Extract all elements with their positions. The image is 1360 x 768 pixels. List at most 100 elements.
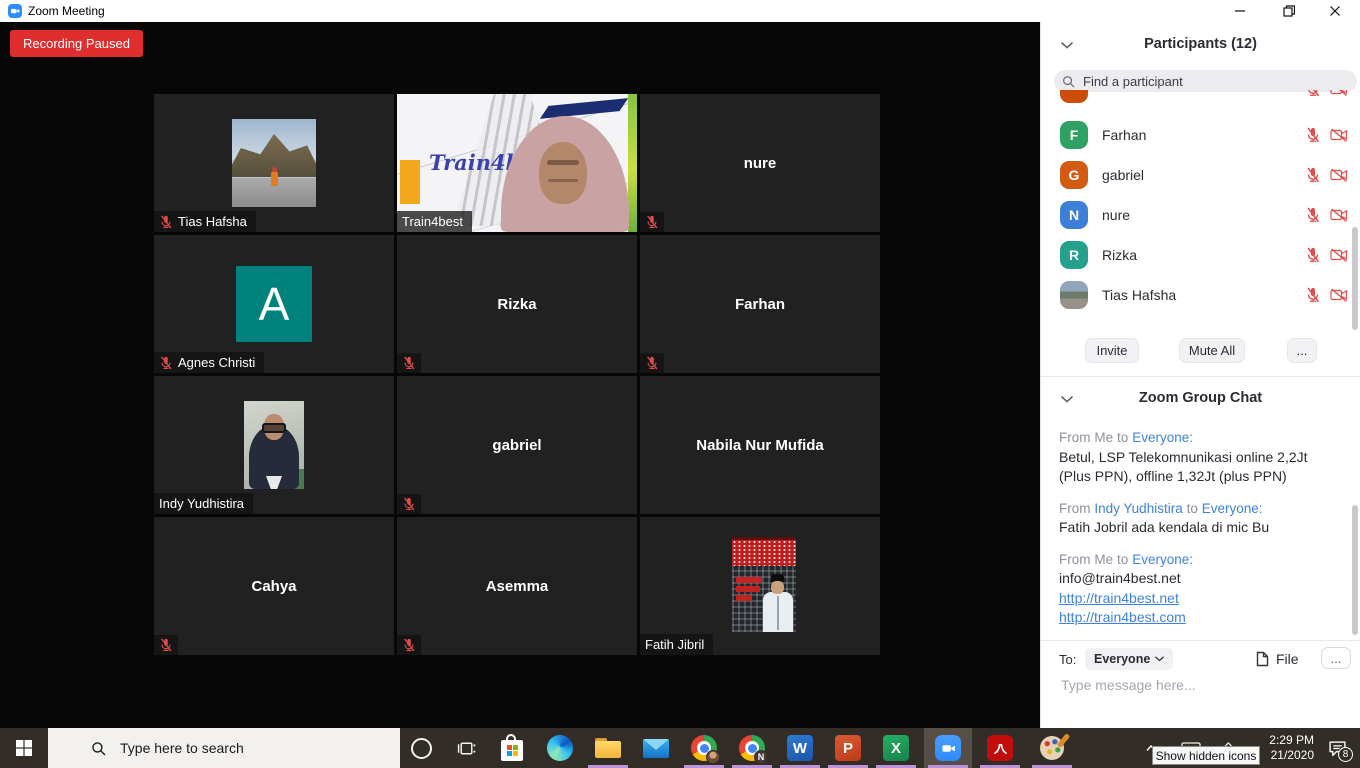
muted-mic-icon (1305, 167, 1321, 183)
tile-name-center: nure (640, 94, 880, 232)
acrobat-icon (987, 735, 1013, 761)
chrome-profile-badge (706, 750, 720, 764)
participant-row-tias-hafsha[interactable]: Tias Hafsha (1060, 275, 1348, 315)
fatih-avatar-photo (732, 537, 796, 632)
participant-row-gabriel[interactable]: G gabriel (1060, 155, 1348, 195)
chat-file-button[interactable]: File (1255, 648, 1299, 670)
paint-icon (1040, 736, 1064, 760)
window-title: Zoom Meeting (28, 0, 105, 22)
taskbar-mail[interactable] (632, 728, 680, 768)
taskbar-file-explorer[interactable] (584, 728, 632, 768)
chat-log: From Me to Everyone: Betul, LSP Telekomn… (1059, 428, 1344, 640)
participant-name: gabriel (1102, 167, 1305, 183)
start-button[interactable] (0, 728, 48, 768)
action-center-button[interactable]: 8 (1316, 728, 1358, 768)
participant-row-farhan[interactable]: F Farhan (1060, 115, 1348, 155)
muted-mic-icon (1305, 90, 1321, 97)
chat-message-input[interactable] (1059, 676, 1344, 694)
video-tile-nabila-nur-mufida[interactable]: Nabila Nur Mufida (640, 376, 880, 514)
taskbar-chrome-profile1[interactable] (680, 728, 728, 768)
video-off-icon (1330, 128, 1348, 142)
taskbar-search-input[interactable] (118, 739, 372, 757)
participant-row-rizka[interactable]: R Rizka (1060, 235, 1348, 275)
clock-date: 21/2020 (1271, 748, 1314, 763)
tile-name-text: Tias Hafsha (178, 214, 247, 229)
invite-button[interactable]: Invite (1085, 338, 1139, 363)
tile-name-label: Train4best (397, 211, 472, 232)
video-tile-cahya[interactable]: Cahya (154, 517, 394, 655)
taskbar-powerpoint[interactable]: P (824, 728, 872, 768)
muted-mic-icon (1305, 127, 1321, 143)
chat-message-text: Fatih Jobril ada kendala di mic Bu (1059, 518, 1344, 538)
side-panel: Participants (12) F Farhan G gabriel (1040, 22, 1360, 728)
chat-link[interactable]: http://train4best.net (1059, 589, 1344, 609)
taskbar-search[interactable] (48, 728, 400, 768)
participant-row-partial[interactable] (1060, 90, 1348, 109)
video-off-icon (1330, 90, 1348, 96)
video-tile-tias-hafsha[interactable]: Tias Hafsha (154, 94, 394, 232)
tile-name-label: Fatih Jibril (640, 634, 713, 655)
video-tile-agnes-christi[interactable]: A Agnes Christi (154, 235, 394, 373)
mute-all-button[interactable]: Mute All (1179, 338, 1245, 363)
participants-header: Participants (12) (1041, 36, 1360, 52)
video-tile-nure[interactable]: nure (640, 94, 880, 232)
taskbar-store[interactable] (488, 728, 536, 768)
muted-mic-icon (159, 356, 173, 370)
participants-more-button[interactable]: ... (1287, 338, 1317, 363)
taskbar-paint[interactable] (1028, 728, 1076, 768)
taskbar-edge[interactable] (536, 728, 584, 768)
video-tile-farhan[interactable]: Farhan (640, 235, 880, 373)
muted-mic-chip (397, 494, 421, 514)
chat-message-meta: From Me to Everyone: (1059, 550, 1344, 570)
taskbar-excel[interactable]: X (872, 728, 920, 768)
chat-link[interactable]: http://train4best.com (1059, 608, 1344, 628)
tile-name-center: Nabila Nur Mufida (640, 376, 880, 514)
muted-mic-icon (402, 638, 416, 652)
indy-avatar-photo (244, 401, 304, 489)
participant-search-input[interactable] (1081, 73, 1349, 90)
video-tile-fatih-jibril[interactable]: Fatih Jibril (640, 517, 880, 655)
cortana-button[interactable] (400, 728, 442, 768)
video-tile-train4best[interactable]: Train4best Train4best (397, 94, 637, 232)
video-tile-rizka[interactable]: Rizka (397, 235, 637, 373)
edge-icon (547, 735, 573, 761)
chrome-profile-badge: N (754, 750, 768, 764)
file-explorer-icon (595, 738, 621, 758)
muted-mic-chip (397, 353, 421, 373)
recording-paused-badge: Recording Paused (10, 30, 143, 57)
chat-recipient-dropdown[interactable]: Everyone (1085, 648, 1173, 670)
chevron-down-icon (1155, 656, 1164, 662)
video-tile-asemma[interactable]: Asemma (397, 517, 637, 655)
search-icon (91, 741, 106, 756)
muted-mic-icon (159, 638, 173, 652)
word-icon: W (787, 735, 813, 761)
chat-more-button[interactable]: ... (1321, 647, 1351, 669)
minimize-button[interactable] (1221, 0, 1259, 22)
participant-name: Tias Hafsha (1102, 287, 1305, 303)
participant-list: F Farhan G gabriel N nure R Rizk (1041, 90, 1360, 319)
chat-scrollbar[interactable] (1352, 505, 1358, 635)
participant-row-nure[interactable]: N nure (1060, 195, 1348, 235)
chat-message-meta: From Me to Everyone: (1059, 428, 1344, 448)
tile-name-center: Asemma (397, 517, 637, 655)
tile-name-text: Train4best (402, 214, 463, 229)
video-area: Recording Paused Tias Hafsha Train4best … (0, 22, 1040, 728)
video-tile-indy-yudhistira[interactable]: Indy Yudhistira (154, 376, 394, 514)
participant-search[interactable] (1054, 70, 1357, 92)
chat-input-area[interactable] (1059, 676, 1340, 700)
participants-scrollbar[interactable] (1352, 227, 1358, 330)
restore-button[interactable] (1270, 0, 1308, 22)
taskbar-acrobat[interactable] (976, 728, 1024, 768)
taskbar-word[interactable]: W (776, 728, 824, 768)
task-view-button[interactable] (445, 728, 487, 768)
task-view-icon (457, 740, 476, 757)
video-tile-gabriel[interactable]: gabriel (397, 376, 637, 514)
video-off-icon (1330, 208, 1348, 222)
participant-name: Rizka (1102, 247, 1305, 263)
taskbar-chrome-profile2[interactable]: N (728, 728, 776, 768)
close-button[interactable] (1316, 0, 1354, 22)
taskbar-zoom-active[interactable] (924, 728, 972, 768)
zoom-icon (935, 735, 961, 761)
composer-divider (1041, 640, 1360, 641)
tile-name-center: gabriel (397, 376, 637, 514)
